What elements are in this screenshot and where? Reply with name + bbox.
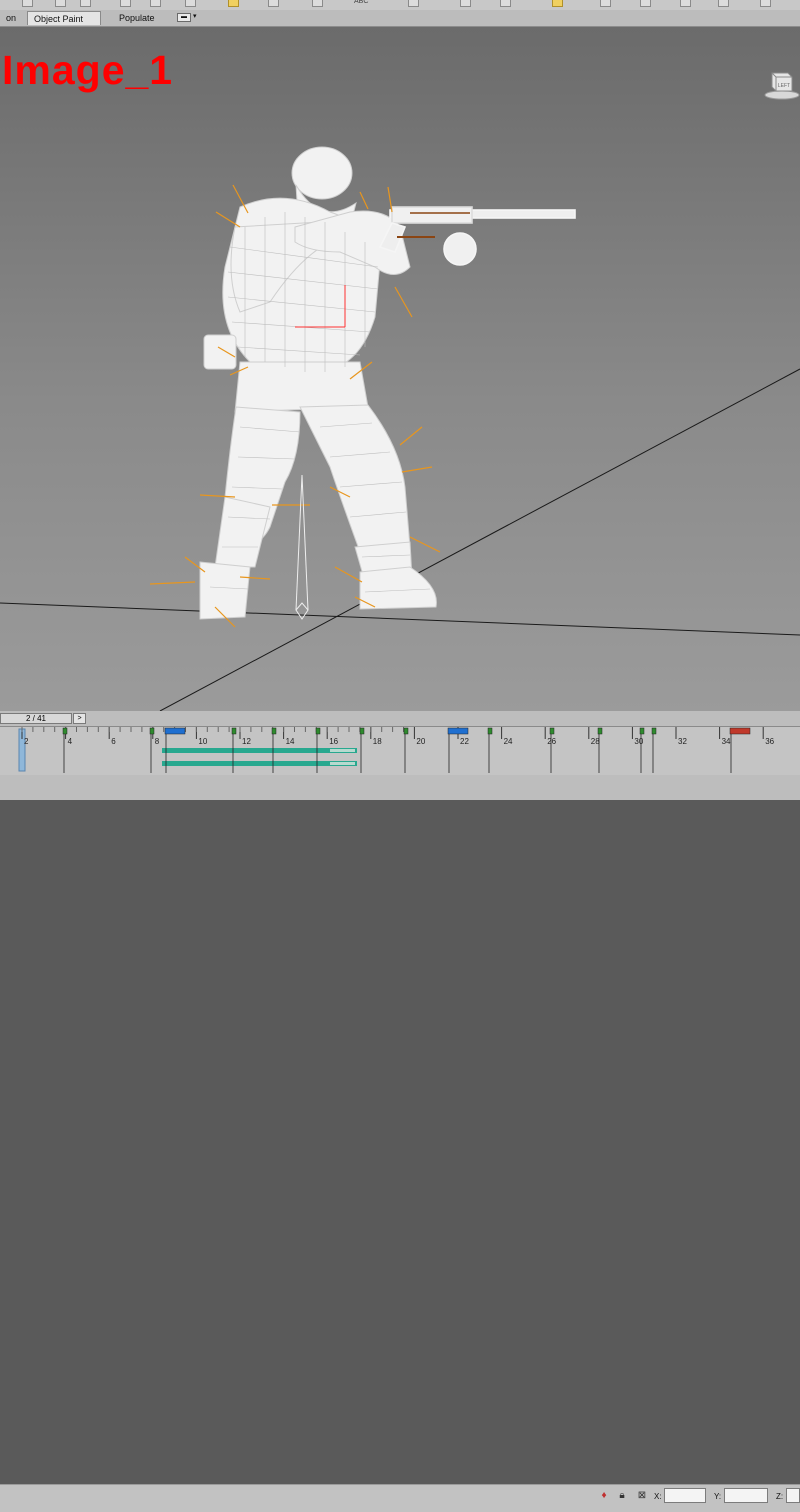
x-coord-label: X: [654, 1492, 662, 1501]
frame-tick-label: 16 [329, 737, 338, 746]
snap-toggle-icon[interactable] [268, 0, 279, 7]
frame-tick-label: 26 [547, 737, 556, 746]
z-coord-field[interactable] [786, 1488, 800, 1503]
frame-tick-label: 10 [198, 737, 207, 746]
viewport-scene [0, 146, 800, 711]
schematic-view-icon[interactable] [640, 0, 651, 7]
frame-tick-label: 36 [765, 737, 774, 746]
viewcube-icon[interactable]: LEFT [762, 67, 800, 101]
viewcube-face-label: LEFT [778, 83, 790, 89]
keyframe-marker[interactable] [549, 727, 555, 735]
rotate-icon[interactable] [150, 0, 161, 7]
frame-tick-label: 14 [286, 737, 295, 746]
material-editor-icon[interactable] [680, 0, 691, 7]
status-bar: ♦ 🔒︎ ⊠ X: Y: Z: [0, 1484, 800, 1512]
keyframe-marker[interactable] [651, 727, 657, 735]
model-right-leg [299, 404, 411, 553]
frame-tick-label: 22 [460, 737, 469, 746]
time-slider-panel: 2 / 41 > 2 4 6 8 10 12 14 16 18 20 22 24 26 28 30 32 34 3… [0, 711, 800, 1512]
select-object-icon[interactable] [55, 0, 66, 7]
ribbon-display-dropdown[interactable]: ▬ [177, 13, 191, 22]
spinner-snap-icon[interactable]: ABC [354, 0, 368, 5]
ribbon-tab-bar: on Object Paint Populate ▬ ▾ [0, 10, 800, 27]
keyframe-marker[interactable] [164, 727, 186, 735]
perspective-viewport[interactable]: Image_1 LEFT [0, 27, 800, 711]
chevron-down-icon[interactable]: ▾ [193, 12, 197, 20]
keyframe-marker[interactable] [403, 727, 409, 735]
keyframe-marker[interactable] [315, 727, 321, 735]
frame-tick-label: 34 [722, 737, 731, 746]
tab-selection[interactable]: on [0, 11, 22, 25]
keyframe-marker[interactable] [62, 727, 68, 735]
frame-tick-label: 18 [373, 737, 382, 746]
model-left-boot [199, 561, 251, 620]
keyframe-marker[interactable] [231, 727, 237, 735]
layer-manager-icon[interactable] [552, 0, 563, 7]
keyframe-marker[interactable] [271, 727, 277, 735]
curve-editor-icon[interactable] [600, 0, 611, 7]
frame-tick-label: 30 [634, 737, 643, 746]
select-manipulate-icon[interactable] [228, 0, 239, 7]
weapon-receiver [391, 206, 473, 224]
frame-tick-label: 32 [678, 737, 687, 746]
weapon-model[interactable] [378, 206, 576, 266]
frame-ticks: 2 4 6 8 10 12 14 16 18 20 22 24 26 28 30 32 34 36 [21, 727, 775, 746]
y-coord-label: Y: [714, 1492, 722, 1501]
frame-tick-label: 24 [504, 737, 513, 746]
model-head [291, 146, 353, 200]
frame-tick-label: 4 [68, 737, 73, 746]
key-icon[interactable]: ♦ [598, 1490, 610, 1502]
align-icon[interactable] [500, 0, 511, 7]
move-icon[interactable] [120, 0, 131, 7]
keyframe-marker[interactable] [447, 727, 469, 735]
time-slider-next-button[interactable]: > [73, 713, 86, 724]
render-icon[interactable] [760, 0, 771, 7]
select-link-icon[interactable] [22, 0, 33, 7]
x-coord-field[interactable] [664, 1488, 706, 1503]
frame-tick-label: 2 [24, 737, 29, 746]
frame-tick-label: 8 [155, 737, 160, 746]
model-left-shin [214, 496, 271, 568]
lock-icon[interactable]: 🔒︎ [616, 1490, 628, 1502]
weapon-drum-magazine [443, 232, 477, 266]
named-selection-icon[interactable] [408, 0, 419, 7]
angle-snap-icon[interactable] [312, 0, 323, 7]
keyframe-marker[interactable] [729, 727, 751, 735]
model-right-boot [359, 566, 437, 610]
frame-tick-label: 6 [111, 737, 116, 746]
viewport-overlay-label: Image_1 [2, 47, 174, 93]
frame-tick-label: 20 [416, 737, 425, 746]
y-coord-field[interactable] [724, 1488, 768, 1503]
keyframe-marker[interactable] [639, 727, 645, 735]
frame-tick-label: 12 [242, 737, 251, 746]
z-coord-label: Z: [776, 1492, 784, 1501]
tab-populate[interactable]: Populate [113, 11, 161, 25]
track-bar-canvas: 2 4 6 8 10 12 14 16 18 20 22 24 26 28 30 32 34 36 [18, 727, 775, 773]
render-setup-icon[interactable] [718, 0, 729, 7]
keyframes[interactable] [62, 727, 751, 773]
select-region-icon[interactable] [80, 0, 91, 7]
keyframe-marker[interactable] [149, 727, 155, 735]
keyframe-marker[interactable] [597, 727, 603, 735]
keyframe-marker[interactable] [487, 727, 493, 735]
track-bar[interactable]: 2 4 6 8 10 12 14 16 18 20 22 24 26 28 30 32 34 36 [0, 726, 800, 775]
model-hips [234, 361, 369, 413]
scale-icon[interactable] [185, 0, 196, 7]
mirror-icon[interactable] [460, 0, 471, 7]
tab-object-paint[interactable]: Object Paint [27, 11, 101, 25]
model-pouch [203, 334, 237, 370]
selection-lock-icon[interactable]: ⊠ [636, 1490, 648, 1502]
time-slider[interactable]: 2 / 41 [0, 713, 72, 724]
audio-waveform [162, 748, 357, 766]
keyframe-marker[interactable] [359, 727, 365, 735]
